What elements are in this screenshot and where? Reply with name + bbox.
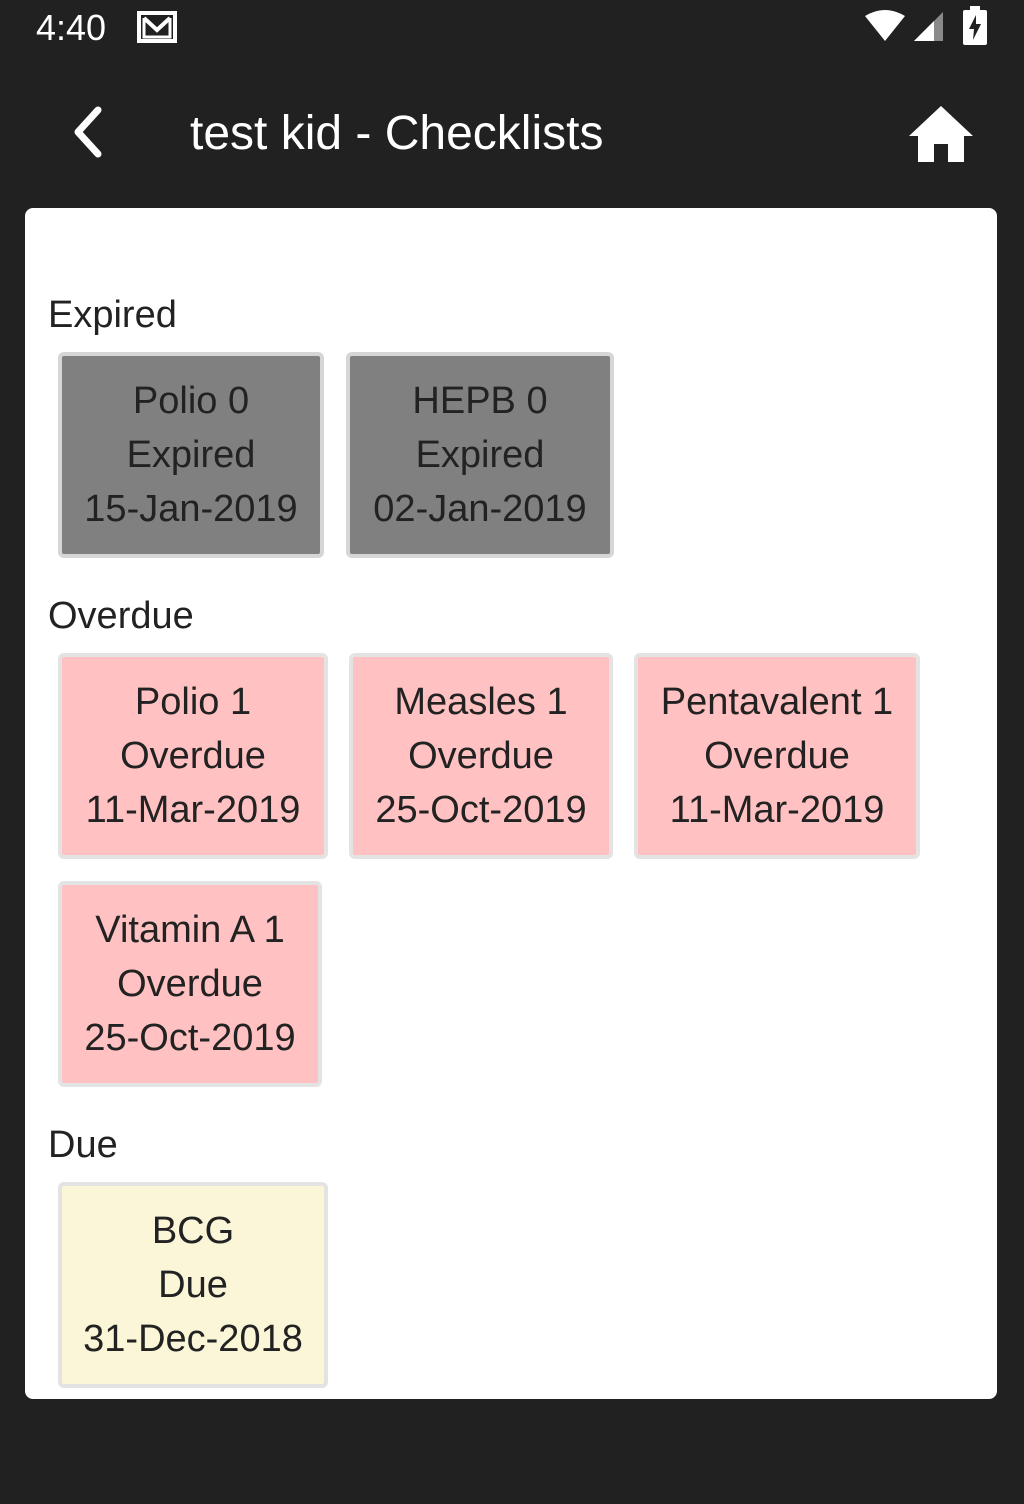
checklist-tile[interactable]: HEPB 0 Expired 02-Jan-2019 xyxy=(346,352,614,558)
page-title: test kid - Checklists xyxy=(190,107,604,160)
tile-name: Polio 0 xyxy=(132,380,250,422)
checklist-tile[interactable]: Measles 1 Overdue 25-Oct-2019 xyxy=(349,653,613,859)
status-bar: 4:40 xyxy=(0,0,1024,56)
tile-status: Due xyxy=(158,1264,228,1306)
tile-date: 11-Mar-2019 xyxy=(669,789,885,831)
checklist-card: Expired Polio 0 Expired 15-Jan-2019 HEPB… xyxy=(25,208,997,1399)
tile-date: 11-Mar-2019 xyxy=(85,789,301,831)
tile-date: 31-Dec-2018 xyxy=(83,1318,303,1360)
checklist-tile[interactable]: BCG Due 31-Dec-2018 xyxy=(58,1182,328,1388)
tile-status: Overdue xyxy=(120,735,266,777)
tile-name: Pentavalent 1 xyxy=(660,681,894,723)
tile-name: Polio 1 xyxy=(134,681,252,723)
tile-status: Expired xyxy=(126,434,256,476)
signal-icon xyxy=(912,10,944,42)
section-title-expired: Expired xyxy=(48,294,177,336)
tile-date: 02-Jan-2019 xyxy=(373,488,587,530)
checklist-tile[interactable]: Pentavalent 1 Overdue 11-Mar-2019 xyxy=(634,653,920,859)
tile-status: Overdue xyxy=(704,735,850,777)
tile-date: 25-Oct-2019 xyxy=(375,789,587,831)
gmail-icon xyxy=(136,10,178,44)
tile-date: 15-Jan-2019 xyxy=(84,488,298,530)
tile-status: Expired xyxy=(415,434,545,476)
bottom-background xyxy=(0,1399,1024,1504)
tile-name: HEPB 0 xyxy=(412,380,548,422)
checklist-tile[interactable]: Polio 1 Overdue 11-Mar-2019 xyxy=(58,653,328,859)
tile-name: Measles 1 xyxy=(394,681,568,723)
tile-status: Overdue xyxy=(408,735,554,777)
checklist-tile[interactable]: Vitamin A 1 Overdue 25-Oct-2019 xyxy=(58,881,322,1087)
section-title-due: Due xyxy=(48,1124,118,1166)
home-button[interactable] xyxy=(900,96,982,172)
wifi-icon xyxy=(864,10,906,42)
checklist-tile[interactable]: Polio 0 Expired 15-Jan-2019 xyxy=(58,352,324,558)
status-time: 4:40 xyxy=(36,7,107,48)
tile-date: 25-Oct-2019 xyxy=(84,1017,296,1059)
tile-status: Overdue xyxy=(117,963,263,1005)
battery-charging-icon xyxy=(962,6,988,46)
chevron-left-icon xyxy=(74,106,102,158)
app-toolbar: test kid - Checklists xyxy=(0,56,1024,208)
home-icon xyxy=(909,106,973,162)
section-title-overdue: Overdue xyxy=(48,595,194,637)
tile-name: Vitamin A 1 xyxy=(95,909,285,951)
back-button[interactable] xyxy=(56,96,120,168)
tile-name: BCG xyxy=(151,1210,235,1252)
